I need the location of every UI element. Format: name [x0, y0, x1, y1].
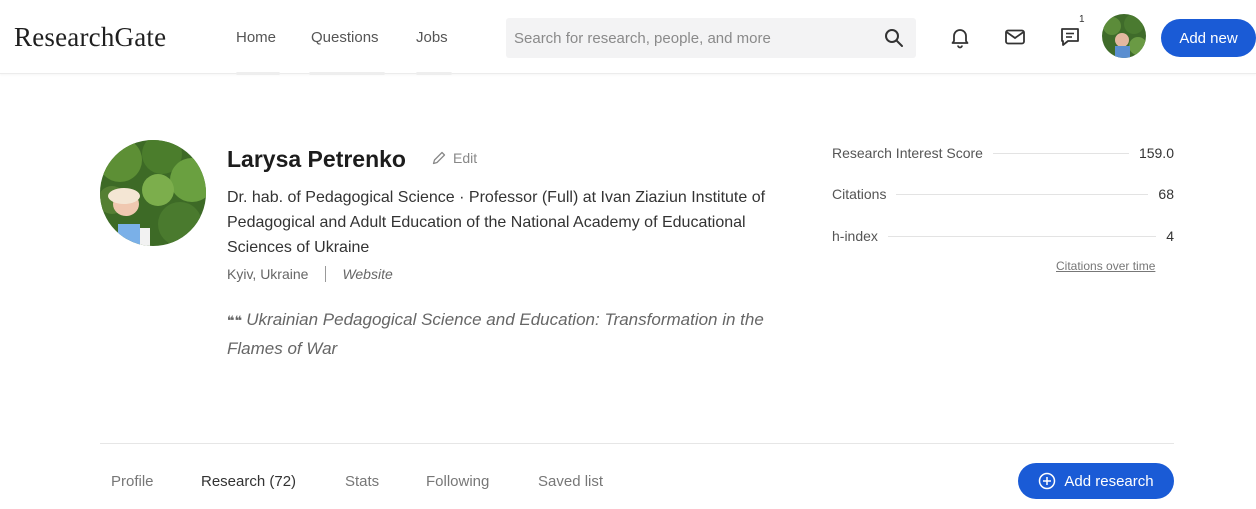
quote-icon: ❝❝	[227, 313, 243, 328]
top-navigation-bar: ResearchGate Home Questions Jobs 1	[0, 0, 1256, 75]
nav-questions-underline	[309, 72, 385, 75]
tab-saved-list[interactable]: Saved list	[538, 473, 603, 490]
stat-leader-line	[896, 193, 1149, 195]
profile-quote: ❝❝ Ukrainian Pedagogical Science and Educ…	[227, 306, 807, 363]
location-row: Kyiv, Ukraine Website	[227, 266, 393, 282]
pencil-icon	[432, 151, 446, 165]
separator	[325, 266, 327, 282]
stat-research-interest: Research Interest Score 159.0	[832, 143, 1174, 163]
tab-profile[interactable]: Profile	[111, 473, 154, 490]
nav-questions[interactable]: Questions	[311, 29, 379, 46]
stat-value: 4	[1166, 228, 1174, 244]
tab-following[interactable]: Following	[426, 473, 489, 490]
add-new-button[interactable]: Add new	[1161, 19, 1256, 57]
researchgate-logo[interactable]: ResearchGate	[14, 22, 166, 53]
nav-home[interactable]: Home	[236, 29, 276, 46]
profile-location: Kyiv, Ukraine	[227, 266, 309, 282]
stat-label: h-index	[832, 228, 878, 244]
citations-over-time-link[interactable]: Citations over time	[1056, 259, 1155, 273]
profile-avatar	[100, 140, 206, 246]
notification-badge: 1	[1079, 14, 1085, 25]
user-avatar[interactable]	[1102, 14, 1146, 58]
stat-leader-line	[887, 235, 1157, 237]
tab-research[interactable]: Research (72)	[201, 473, 296, 490]
stat-label: Research Interest Score	[832, 145, 983, 161]
stat-label: Citations	[832, 186, 887, 202]
add-research-label: Add research	[1064, 472, 1154, 490]
profile-affiliation: Dr. hab. of Pedagogical Science · Profes…	[227, 189, 766, 256]
stat-leader-line	[992, 152, 1129, 154]
search-bar	[506, 18, 916, 58]
quote-text: Ukrainian Pedagogical Science and Educat…	[227, 310, 764, 358]
profile-name: Larysa Petrenko	[227, 146, 406, 172]
search-icon[interactable]	[884, 28, 904, 48]
nav-home-underline	[236, 72, 280, 75]
plus-circle-icon	[1039, 472, 1056, 490]
stat-citations: Citations 68	[832, 184, 1174, 204]
edit-label: Edit	[453, 150, 478, 166]
bell-icon[interactable]	[948, 25, 972, 49]
mail-icon[interactable]	[1003, 25, 1027, 49]
nav-jobs-underline	[416, 72, 452, 75]
stat-value: 68	[1158, 186, 1174, 202]
stat-h-index: h-index 4	[832, 226, 1174, 246]
stat-value: 159.0	[1138, 145, 1174, 161]
tabs-divider	[100, 443, 1174, 444]
search-input[interactable]	[514, 18, 874, 58]
tab-stats[interactable]: Stats	[345, 473, 379, 490]
edit-profile-link[interactable]: Edit	[431, 150, 477, 166]
website-link[interactable]: Website	[342, 266, 392, 282]
nav-jobs[interactable]: Jobs	[416, 29, 448, 46]
message-icon[interactable]	[1058, 25, 1082, 49]
add-research-button[interactable]: Add research	[1018, 463, 1174, 499]
